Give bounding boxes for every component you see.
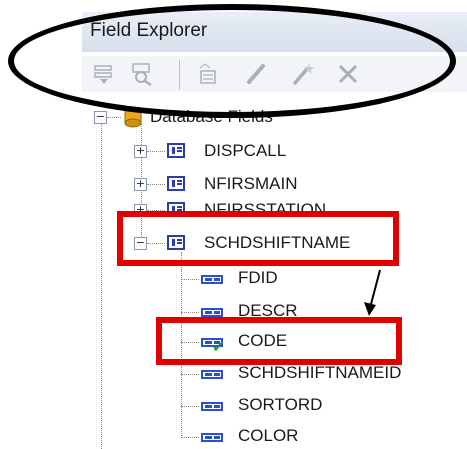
annotation-arrow-icon (364, 269, 381, 316)
tree-line (147, 184, 165, 185)
field-icon (201, 308, 223, 317)
tree-line (181, 279, 199, 280)
tree-line (181, 437, 199, 438)
tree-item-field[interactable]: SCHDSHIFTNAMEID (238, 363, 401, 383)
tree-item-table[interactable]: DISPCALL (204, 141, 286, 161)
annotation-box-field (156, 317, 402, 365)
table-expander[interactable]: + (134, 178, 147, 191)
annotation-box-table (117, 211, 399, 266)
table-expander[interactable]: + (134, 145, 147, 158)
field-icon (201, 275, 223, 284)
field-icon (201, 370, 223, 379)
annotation-ellipse (8, 4, 456, 118)
field-icon (201, 433, 223, 442)
tree-line (107, 117, 121, 118)
tree-item-table[interactable]: NFIRSMAIN (204, 174, 298, 194)
tree-item-field[interactable]: SORTORD (238, 395, 322, 415)
table-icon (167, 143, 185, 158)
tree-line (101, 124, 102, 449)
table-icon (167, 176, 185, 191)
tree-line (181, 312, 199, 313)
tree-item-field[interactable]: COLOR (238, 426, 298, 446)
tree-line (147, 151, 165, 152)
tree-item-field[interactable]: FDID (238, 268, 278, 288)
field-icon (201, 402, 223, 411)
tree-line (181, 406, 199, 407)
root-expander[interactable]: − (94, 111, 107, 124)
tree-line (181, 374, 199, 375)
